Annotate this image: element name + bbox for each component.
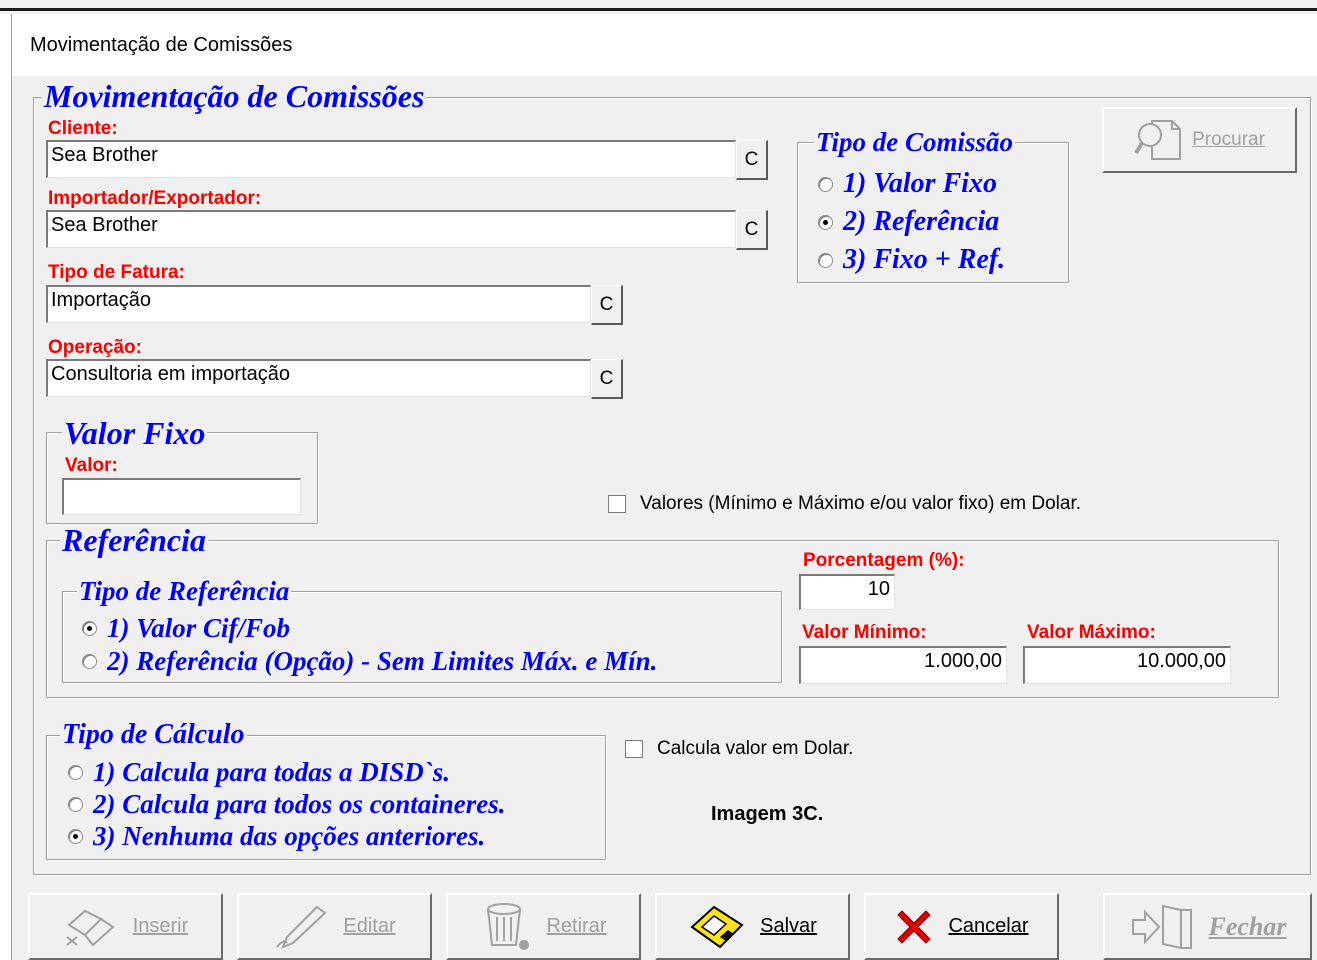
operacao-label: Operação: [48,337,142,358]
valor-maximo-label: Valor Máximo: [1027,622,1156,643]
title-bar: Movimentação de Comissões [12,14,1317,76]
fechar-button[interactable]: Fechar [1103,893,1312,960]
retirar-label: Retirar [546,915,607,937]
tipo-comissao-option-1[interactable]: 1) Valor Fixo [818,168,997,200]
radio-button-selected-icon [818,214,833,230]
referencia-option-2-label: 2) Referência (Opção) - Sem Limites Máx.… [107,646,658,676]
trash-icon [487,902,530,950]
valor-maximo-field[interactable]: 10.000,00 [1023,646,1231,684]
referencia-option-1[interactable]: 1) Valor Cif/Fob [82,613,290,644]
window-left-border [0,14,12,960]
window-title: Movimentação de Comissões [30,34,293,56]
tipo-fatura-field[interactable]: Importação [46,285,591,323]
cliente-lookup-button[interactable]: C [736,140,768,180]
valor-minimo-field[interactable]: 1.000,00 [799,646,1007,684]
search-document-icon [1134,120,1182,160]
tipo-fatura-label: Tipo de Fatura: [48,262,185,283]
calcula-dolar-checkbox[interactable]: Calcula valor em Dolar. [625,738,853,760]
radio-button-icon [68,797,83,812]
tipo-calculo-option-2[interactable]: 2) Calcula para todos os containeres. [68,789,506,820]
radio-button-icon [68,765,83,780]
tipo-referencia-title: Tipo de Referência [77,576,292,606]
radio-button-selected-icon [68,829,83,844]
tipo-calculo-option-3[interactable]: 3) Nenhuma das opções anteriores. [68,821,485,852]
referencia-title: Referência [60,522,208,558]
valor-fixo-field[interactable] [62,478,301,515]
tipo-comissao-title: Tipo de Comissão [814,127,1016,157]
valores-dolar-checkbox[interactable]: Valores (Mínimo e Máximo e/ou valor fixo… [608,493,1081,515]
cliente-field[interactable]: Sea Brother [46,140,736,178]
tipo-calculo-option-3-label: 3) Nenhuma das opções anteriores. [93,821,486,851]
floppy-disk-icon [690,905,744,948]
salvar-label: Salvar [760,915,817,937]
image-caption: Imagem 3C. [711,803,824,825]
checkbox-icon [625,740,643,758]
tipo-comissao-option-3[interactable]: 3) Fixo + Ref. [818,244,1005,276]
importador-field[interactable]: Sea Brother [46,210,736,248]
inserir-label: Inserir [132,915,189,937]
referencia-option-1-label: 1) Valor Cif/Fob [107,613,291,643]
salvar-button[interactable]: Salvar [655,893,850,960]
cancelar-button[interactable]: Cancelar [864,893,1059,960]
radio-button-icon [818,176,833,192]
radio-button-icon [818,252,833,268]
tipo-comissao-option-3-label: 3) Fixo + Ref. [843,244,1006,275]
porcentagem-label: Porcentagem (%): [803,550,965,571]
porcentagem-field[interactable]: 10 [799,574,895,610]
main-group-title: Movimentação de Comissões [42,78,427,114]
retirar-button[interactable]: Retirar [446,893,641,960]
exit-door-icon [1131,904,1192,949]
referencia-option-2[interactable]: 2) Referência (Opção) - Sem Limites Máx.… [82,646,657,677]
fechar-label: Fechar [1208,911,1287,941]
valor-minimo-label: Valor Mínimo: [802,622,927,643]
importador-lookup-button[interactable]: C [736,210,768,250]
operacao-field[interactable]: Consultoria em importação [46,359,591,397]
cliente-label: Cliente: [48,118,118,139]
radio-button-icon [82,654,97,669]
procurar-button[interactable]: Procurar [1102,107,1297,173]
pen-icon [276,905,327,949]
tipo-fatura-lookup-button[interactable]: C [591,285,623,325]
tipo-comissao-option-2-label: 2) Referência [843,206,1000,237]
checkbox-icon [608,495,626,513]
tipo-calculo-option-2-label: 2) Calcula para todos os containeres. [93,789,506,819]
tipo-comissao-option-1-label: 1) Valor Fixo [843,168,998,199]
valor-fixo-title: Valor Fixo [62,415,208,451]
tipo-calculo-option-1-label: 1) Calcula para todas a DISD`s. [93,757,451,787]
tipo-calculo-title: Tipo de Cálculo [60,719,247,750]
valor-fixo-label: Valor: [65,455,118,476]
procurar-label: Procurar [1192,129,1265,150]
importador-label: Importador/Exportador: [48,188,262,209]
red-x-icon [897,909,932,944]
valores-dolar-label: Valores (Mínimo e Máximo e/ou valor fixo… [640,493,1082,514]
cancelar-label: Cancelar [948,915,1029,937]
window-top-edge [0,0,1317,11]
tipo-comissao-option-2[interactable]: 2) Referência [818,206,999,238]
insert-icon [66,909,115,946]
editar-label: Editar [343,915,396,937]
inserir-button[interactable]: Inserir [28,893,223,960]
calcula-dolar-label: Calcula valor em Dolar. [657,738,854,759]
operacao-lookup-button[interactable]: C [591,359,623,399]
tipo-calculo-option-1[interactable]: 1) Calcula para todas a DISD`s. [68,757,450,788]
radio-button-selected-icon [82,621,97,636]
editar-button[interactable]: Editar [237,893,432,960]
